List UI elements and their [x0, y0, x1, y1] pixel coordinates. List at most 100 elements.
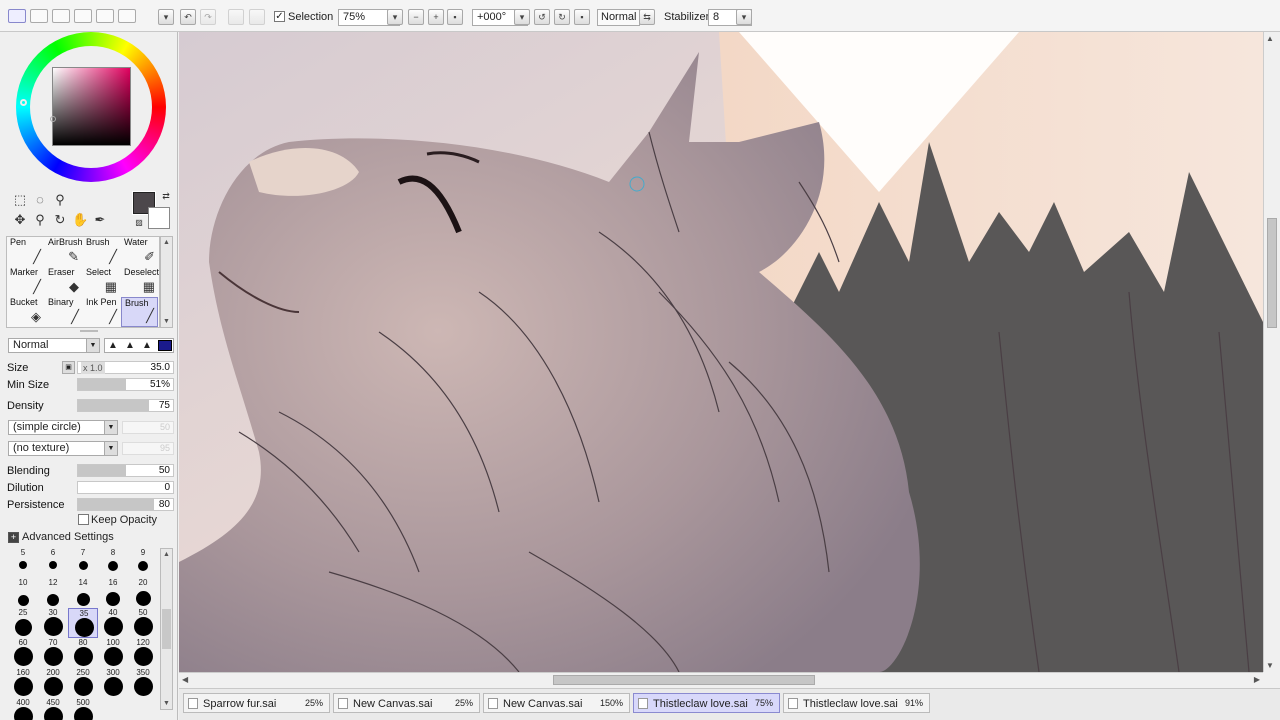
brush-size-preset[interactable]: 100: [98, 638, 128, 668]
blending-slider[interactable]: 50: [77, 464, 174, 477]
dilution-slider[interactable]: 0: [77, 481, 174, 494]
undo-icon[interactable]: ↶: [180, 9, 196, 25]
brush-size-preset[interactable]: 12: [38, 578, 68, 608]
tip-shape-selector[interactable]: ▲ ▲ ▲: [104, 338, 174, 353]
brush-size-preset[interactable]: 160: [8, 668, 38, 698]
brush-size-preset[interactable]: 50: [128, 608, 158, 638]
canvas-vertical-scroll-thumb[interactable]: [1267, 218, 1277, 328]
scroll-left-icon[interactable]: ◀: [182, 675, 188, 684]
hand-icon[interactable]: ✋: [72, 212, 88, 228]
min-size-slider[interactable]: 51%: [77, 378, 174, 391]
background-color-swatch[interactable]: [148, 207, 170, 229]
zoom-dropdown-icon[interactable]: ▾: [387, 9, 403, 25]
brush-size-preset[interactable]: 5: [8, 548, 38, 578]
deselect-icon[interactable]: [228, 9, 244, 25]
brush-size-preset[interactable]: 120: [128, 638, 158, 668]
color-sliders-tab-icon[interactable]: [30, 9, 48, 23]
brush-size-preset[interactable]: 30: [38, 608, 68, 638]
redo-icon[interactable]: ↷: [200, 9, 216, 25]
move-icon[interactable]: ✥: [12, 212, 28, 228]
transparent-color-icon[interactable]: ▨: [131, 215, 147, 231]
invert-selection-icon[interactable]: [249, 9, 265, 25]
panel-toggle-icon[interactable]: ▾: [158, 9, 174, 25]
brush-size-preset[interactable]: 350: [128, 668, 158, 698]
stabilizer-dropdown-icon[interactable]: ▾: [736, 9, 752, 25]
canvas-horizontal-scroll-thumb[interactable]: [553, 675, 815, 685]
density-slider[interactable]: 75: [77, 399, 174, 412]
tool-deselect[interactable]: Deselect ▦: [121, 267, 159, 297]
scroll-up-icon[interactable]: ▲: [1266, 34, 1274, 43]
magic-wand-icon[interactable]: ⚲: [52, 192, 68, 208]
tool-ink-pen[interactable]: Ink Pen ╱: [83, 297, 120, 327]
scroll-down-icon[interactable]: ▼: [1266, 661, 1274, 670]
scratchpad-tab-icon[interactable]: [96, 9, 114, 23]
tool-marker[interactable]: Marker ╱: [7, 267, 44, 297]
brush-size-preset[interactable]: 35: [68, 608, 98, 638]
canvas-horizontal-scrollbar[interactable]: ◀ ▶: [179, 672, 1263, 688]
brush-size-preset[interactable]: 450: [38, 698, 68, 720]
brush-size-preset[interactable]: 25: [8, 608, 38, 638]
tool-airbrush[interactable]: AirBrush ✎: [45, 237, 83, 267]
zoom-reset-icon[interactable]: ▪: [447, 9, 463, 25]
canvas-vertical-scrollbar[interactable]: ▲ ▼: [1263, 32, 1280, 672]
blend-mode-box[interactable]: Normal: [597, 9, 641, 26]
brush-size-preset[interactable]: 14: [68, 578, 98, 608]
tool-pen[interactable]: Pen ╱: [7, 237, 44, 267]
tool-eraser[interactable]: Eraser ◆: [45, 267, 82, 297]
tool-binary[interactable]: Binary ╱: [45, 297, 82, 327]
flip-canvas-icon[interactable]: ⇆: [639, 9, 655, 25]
size-slider[interactable]: x 1.0 35.0: [77, 361, 174, 374]
rotate-right-icon[interactable]: ↻: [554, 9, 570, 25]
brush-size-preset[interactable]: 40: [98, 608, 128, 638]
document-tab[interactable]: Sparrow fur.sai 25%: [183, 693, 330, 713]
brush-size-scrollbar[interactable]: ▲ ▼: [160, 548, 173, 710]
brush-size-preset[interactable]: 20: [128, 578, 158, 608]
tip-flat-icon[interactable]: [158, 340, 172, 351]
selection-checkbox[interactable]: ✓: [274, 11, 285, 22]
tool-grid-scrollbar[interactable]: ▲ ▼: [160, 236, 173, 328]
lasso-icon[interactable]: ◌: [32, 192, 48, 208]
tool-brush[interactable]: Brush ╱: [83, 237, 120, 267]
brush-texture-select[interactable]: (no texture) ▼: [8, 441, 118, 456]
brush-size-preset[interactable]: 300: [98, 668, 128, 698]
brush-size-preset[interactable]: 250: [68, 668, 98, 698]
rotation-dropdown-icon[interactable]: ▾: [514, 9, 530, 25]
brush-size-preset[interactable]: 500: [68, 698, 98, 720]
color-wheel-tab-icon[interactable]: [8, 9, 26, 23]
swap-colors-icon[interactable]: ⇄: [158, 188, 174, 204]
zoom-out-icon[interactable]: −: [408, 9, 424, 25]
brush-size-preset[interactable]: 9: [128, 548, 158, 578]
brush-size-preset[interactable]: 8: [98, 548, 128, 578]
tip-soft-icon[interactable]: ▲: [142, 340, 152, 351]
saturation-value-square[interactable]: [52, 67, 131, 146]
color-marker[interactable]: [50, 116, 56, 122]
document-tab[interactable]: New Canvas.sai 25%: [333, 693, 480, 713]
brush-size-preset[interactable]: 200: [38, 668, 68, 698]
swatches-tab-icon[interactable]: [74, 9, 92, 23]
brush-size-preset[interactable]: 70: [38, 638, 68, 668]
rect-select-icon[interactable]: ⬚: [12, 192, 28, 208]
persistence-slider[interactable]: 80: [77, 498, 174, 511]
hue-marker[interactable]: [20, 99, 27, 106]
tool-brush[interactable]: Brush ╱: [121, 297, 158, 327]
brush-size-preset[interactable]: 60: [8, 638, 38, 668]
rotate-left-icon[interactable]: ↺: [534, 9, 550, 25]
panel-splitter[interactable]: [80, 330, 98, 332]
tip-hard-icon[interactable]: ▲: [108, 340, 118, 351]
keep-opacity-checkbox[interactable]: [78, 514, 89, 525]
tool-water[interactable]: Water ✐: [121, 237, 158, 267]
brush-blend-mode-select[interactable]: Normal ▼: [8, 338, 100, 353]
document-tab[interactable]: Thistleclaw love.sai 91%: [783, 693, 930, 713]
tool-select[interactable]: Select ▦: [83, 267, 120, 297]
scroll-right-icon[interactable]: ▶: [1254, 675, 1260, 684]
brush-size-preset[interactable]: 6: [38, 548, 68, 578]
drawing-canvas[interactable]: [179, 32, 1263, 672]
navigator-tab-icon[interactable]: [118, 9, 136, 23]
tip-medium-icon[interactable]: ▲: [125, 340, 135, 351]
brush-size-preset[interactable]: 400: [8, 698, 38, 720]
brush-size-preset[interactable]: 7: [68, 548, 98, 578]
brush-shape-select[interactable]: (simple circle) ▼: [8, 420, 118, 435]
eyedropper-icon[interactable]: ✒: [92, 212, 108, 228]
brush-size-preset[interactable]: 16: [98, 578, 128, 608]
brush-size-preset[interactable]: 10: [8, 578, 38, 608]
